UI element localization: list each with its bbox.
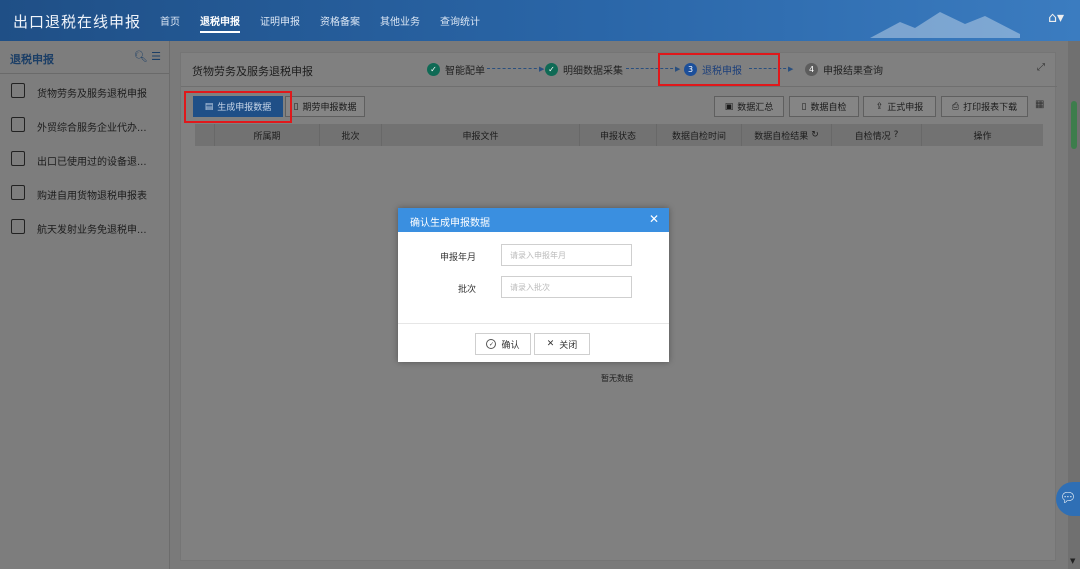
button-highlight-box (184, 91, 292, 123)
expand-icon[interactable]: ⤢ (1037, 62, 1045, 73)
button-label: 期劳申报数据 (302, 103, 357, 113)
print-download-button[interactable]: ⎙ 打印报表下载 (941, 96, 1028, 117)
col-check-result[interactable]: 数据自检结果 ↻ (742, 124, 832, 146)
button-label: 正式申报 (887, 103, 924, 113)
nav-qualification[interactable]: 资格备案 (320, 13, 360, 33)
scrollbar-thumb[interactable] (1071, 101, 1077, 149)
col-label: 数据自检结果 (754, 131, 809, 142)
sidebar-heading: 退税申报 (10, 53, 54, 66)
top-nav-bar: 出口退税在线申报 首页 退税申报 证明申报 资格备案 其他业务 查询统计 ⌂▾ (0, 0, 1080, 41)
col-file[interactable]: 申报文件 (382, 124, 580, 146)
page-title: 货物劳务及服务退税申报 (192, 65, 313, 78)
refresh-icon[interactable]: ↻ (811, 130, 819, 140)
nav-query[interactable]: 查询统计 (440, 13, 480, 33)
confirm-generate-dialog: 确认生成申报数据 ✕ 申报年月 批次 ✓ 确认 ✕ 关闭 (398, 208, 669, 362)
step-label: 智能配单 (445, 66, 485, 77)
sidebar-item-label: 航天发射业务免退税申... (37, 225, 147, 236)
empty-state-text: 暂无数据 (601, 374, 633, 383)
mountain-decoration (870, 12, 1020, 38)
batch-row: 批次 (398, 276, 669, 300)
nav-other[interactable]: 其他业务 (380, 13, 420, 33)
step-label: 申报结果查询 (823, 66, 883, 77)
check-circle-icon: ✓ (486, 339, 497, 349)
step-result-query[interactable]: 4 申报结果查询 (805, 62, 883, 77)
toolbar: ▤ 生成申报数据 ▯ 期劳申报数据 ▣ 数据汇总 ▯ 数据自检 ⇪ 正式申报 ⎙… (181, 88, 1057, 122)
document-icon (11, 219, 25, 234)
step-matching[interactable]: ✓ 智能配单 (427, 62, 485, 77)
close-icon: ✕ (546, 339, 555, 349)
sidebar-item-label: 购进自用货物退税申报表 (37, 191, 147, 202)
batch-input[interactable] (501, 276, 632, 298)
period-input[interactable] (501, 244, 632, 266)
main-nav: 首页 退税申报 证明申报 资格备案 其他业务 查询统计 (160, 13, 500, 33)
col-check-time[interactable]: 数据自检时间 (657, 124, 742, 146)
step-bar: 货物劳务及服务退税申报 ✓ 智能配单 ▶ ✓ 明细数据采集 ▶ 3 退税申报 ▶… (181, 53, 1057, 87)
sidebar-header: 退税申报 🔍︎ ☰ (0, 41, 169, 74)
building-icon[interactable]: ⌂▾ (1048, 10, 1064, 26)
button-label: 数据自检 (810, 103, 847, 113)
nav-certificate[interactable]: 证明申报 (260, 13, 300, 33)
dialog-header: 确认生成申报数据 ✕ (398, 208, 669, 232)
sidebar-item-used-equipment[interactable]: 出口已使用过的设备退... (0, 142, 169, 176)
col-period[interactable]: 所属期 (215, 124, 320, 146)
search-icon[interactable]: 🔍︎ ☰ (134, 50, 161, 63)
dialog-divider (398, 323, 669, 324)
printer-icon: ⎙ (951, 101, 960, 112)
col-actions[interactable]: 操作 (922, 124, 1043, 146)
button-label: 打印报表下载 (963, 103, 1018, 113)
document-icon (11, 185, 25, 200)
confirm-button[interactable]: ✓ 确认 (475, 333, 531, 355)
button-label: 关闭 (559, 340, 578, 351)
step-highlight-box (658, 53, 780, 86)
close-icon[interactable]: ✕ (649, 212, 659, 226)
upload-icon: ⇪ (875, 101, 884, 112)
sidebar-item-aerospace[interactable]: 航天发射业务免退税申... (0, 210, 169, 244)
step-number: 4 (805, 63, 818, 76)
chat-icon[interactable]: 💬︎ (1056, 482, 1080, 516)
nav-home[interactable]: 首页 (160, 13, 180, 33)
formal-declare-button[interactable]: ⇪ 正式申报 (863, 96, 936, 117)
question-icon[interactable]: ? (894, 130, 899, 140)
col-status[interactable]: 申报状态 (580, 124, 657, 146)
arrow-icon: ▶ (788, 65, 794, 73)
sidebar-item-self-use[interactable]: 购进自用货物退税申报表 (0, 176, 169, 210)
step-detail-collection[interactable]: ✓ 明细数据采集 (545, 62, 623, 77)
document-icon: ▯ (801, 101, 807, 112)
scroll-down-icon[interactable]: ▼ (1070, 557, 1075, 565)
step-label: 明细数据采集 (563, 66, 623, 77)
checkbox-column[interactable] (195, 124, 215, 146)
grid-icon[interactable]: ▦ (1035, 99, 1044, 110)
sidebar-item-label: 出口已使用过的设备退... (37, 157, 147, 168)
sidebar: 退税申报 🔍︎ ☰ 货物劳务及服务退税申报 外贸综合服务企业代办... 出口已使… (0, 41, 170, 569)
check-icon: ✓ (427, 63, 440, 76)
other-data-button[interactable]: ▯ 期劳申报数据 (285, 96, 365, 117)
table-header: 所属期 批次 申报文件 申报状态 数据自检时间 数据自检结果 ↻ 自检情况 ? … (195, 124, 1043, 146)
col-batch[interactable]: 批次 (320, 124, 382, 146)
app-title: 出口退税在线申报 (13, 13, 142, 31)
sidebar-item-foreign-trade[interactable]: 外贸综合服务企业代办... (0, 108, 169, 142)
arrow-icon: ▶ (539, 65, 545, 73)
period-row: 申报年月 (398, 244, 669, 268)
summary-icon: ▣ (724, 101, 734, 112)
sidebar-item-label: 外贸综合服务企业代办... (37, 123, 147, 134)
col-check-situation[interactable]: 自检情况 ? (832, 124, 922, 146)
goods-icon (11, 83, 25, 98)
step-arrow (487, 68, 542, 69)
button-label: 确认 (501, 340, 520, 351)
data-selfcheck-button[interactable]: ▯ 数据自检 (789, 96, 859, 117)
sidebar-item-goods-refund[interactable]: 货物劳务及服务退税申报 (0, 74, 169, 108)
period-label: 申报年月 (439, 253, 476, 263)
sidebar-item-label: 货物劳务及服务退税申报 (37, 89, 147, 100)
dialog-title: 确认生成申报数据 (410, 218, 490, 229)
document-icon (11, 151, 25, 166)
data-summary-button[interactable]: ▣ 数据汇总 (714, 96, 784, 117)
check-icon: ✓ (545, 63, 558, 76)
col-label: 自检情况 (854, 131, 891, 142)
batch-label: 批次 (457, 285, 476, 295)
document-icon: ▯ (293, 101, 299, 112)
button-label: 数据汇总 (737, 103, 774, 113)
nav-tax-refund[interactable]: 退税申报 (200, 13, 240, 33)
close-button[interactable]: ✕ 关闭 (534, 333, 590, 355)
document-icon (11, 117, 25, 132)
